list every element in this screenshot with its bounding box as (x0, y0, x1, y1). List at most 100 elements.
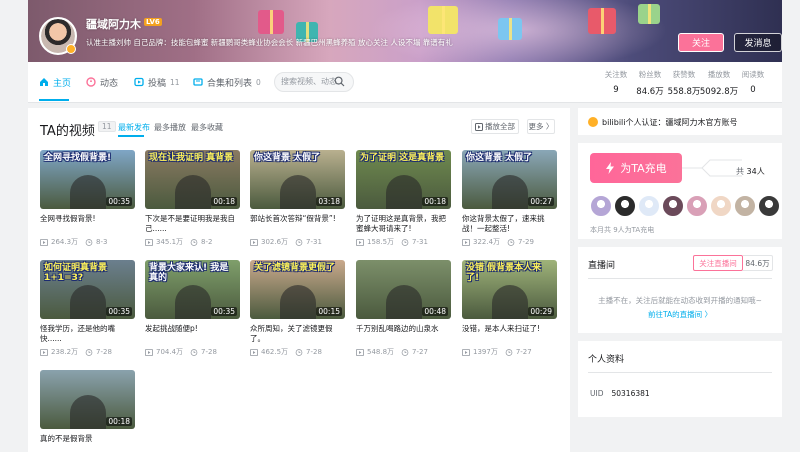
video-title[interactable]: 怪我学历，还是他的嘴快...... (40, 324, 135, 344)
sort-most-played[interactable]: 最多播放 (154, 122, 186, 133)
video-title[interactable]: 真的不是假背景 (40, 434, 135, 452)
tab-dynamic[interactable]: 动态 (86, 62, 118, 102)
thumbnail-caption: 你这背景 太假了 (466, 153, 533, 163)
video-title[interactable]: 为了证明这是真背景，我把蜜蜂大哥请来了! (356, 214, 451, 234)
video-thumbnail[interactable]: 00:18 (40, 370, 135, 429)
fan-avatar[interactable] (710, 195, 732, 217)
go-live-room-link[interactable]: 前往TA的直播间 〉 (578, 309, 782, 320)
thumbnail-person (280, 285, 316, 319)
video-title[interactable]: 全网寻找假背景! (40, 214, 135, 234)
charge-button[interactable]: 为TA充电 (590, 153, 682, 183)
video-card[interactable]: 背景大家来认! 我是真的 00:35 发起挑战随便p! 704.4万 7-28 (145, 260, 240, 357)
video-card[interactable]: 为了证明 这是真背景 00:18 为了证明这是真背景，我把蜜蜂大哥请来了! 158.5… (356, 150, 451, 247)
more-videos-button[interactable]: 更多 〉 (527, 119, 555, 134)
play-count-icon (145, 238, 153, 246)
video-card[interactable]: 全网寻找假背景! 00:35 全网寻找假背景! 264.3万 8-3 (40, 150, 135, 247)
video-thumbnail[interactable]: 关了滤镜背景更假了 00:15 (250, 260, 345, 319)
video-play-count: 322.4万 (473, 238, 501, 246)
stat-label: 阅读数 (741, 70, 765, 79)
video-thumbnail[interactable]: 如何证明真背景 1+1=3? 00:35 (40, 260, 135, 319)
fan-avatar[interactable] (614, 195, 636, 217)
follow-button[interactable]: 关注 (678, 33, 724, 52)
video-date: 7-28 (201, 348, 217, 356)
video-title[interactable]: 郭站长首次答辩“假背景”! (250, 214, 345, 234)
play-all-button[interactable]: 播放全部 (471, 119, 519, 134)
video-meta: 462.5万 7-28 (250, 347, 345, 357)
video-duration: 00:35 (211, 307, 237, 316)
video-meta: 548.8万 7-27 (356, 347, 451, 357)
fan-avatar[interactable] (734, 195, 756, 217)
video-meta: 704.4万 7-28 (145, 347, 240, 357)
video-thumbnail[interactable]: 现在让我证明 真背景 00:18 (145, 150, 240, 209)
divider (588, 278, 772, 279)
play-icon (475, 122, 483, 131)
video-card[interactable]: 你这背景 太假了 00:27 你这背景太假了，速来挑战！一起整活! 322.4万 7-2… (462, 150, 557, 247)
video-title[interactable]: 没错，是本人来扫证了! (462, 324, 557, 344)
fan-avatar[interactable] (590, 195, 612, 217)
video-card[interactable]: 现在让我证明 真背景 00:18 下次是不是要证明我是我自己...... 345.1万… (145, 150, 240, 247)
videos-section: TA的视频 11 最新发布 最多播放 最多收藏 播放全部 更多 〉 全网寻找假背… (28, 108, 570, 452)
video-thumbnail[interactable]: 全网寻找假背景! 00:35 (40, 150, 135, 209)
video-meta: 322.4万 7-29 (462, 237, 557, 247)
play-count-icon (356, 348, 364, 356)
sort-latest[interactable]: 最新发布 (118, 122, 150, 133)
video-date-wrap: 7-27 (505, 348, 532, 356)
profile-banner: 疆域阿力木 LV6 认准主播刘帅 自己品牌：技能包蜂蜜 新疆鹦哥类蜂业协会会长 … (28, 0, 782, 62)
video-thumbnail[interactable]: 你这背景 太假了 03:18 (250, 150, 345, 209)
video-title[interactable]: 发起挑战随便p! (145, 324, 240, 344)
fan-avatar[interactable] (638, 195, 660, 217)
video-card[interactable]: 00:48 千万别乱喝路边的山泉水 548.8万 7-27 (356, 260, 451, 357)
message-button[interactable]: 发消息 (734, 33, 782, 52)
video-card[interactable]: 你这背景 太假了 03:18 郭站长首次答辩“假背景”! 302.6万 7-31 (250, 150, 345, 247)
video-thumbnail[interactable]: 你这背景 太假了 00:27 (462, 150, 557, 209)
play-all-label: 播放全部 (485, 122, 515, 131)
video-play-count: 345.1万 (156, 238, 184, 246)
tab-dynamic-label: 动态 (100, 78, 119, 89)
video-thumbnail[interactable]: 00:48 (356, 260, 451, 319)
video-thumbnail[interactable]: 没错 假背景本人来了! 00:29 (462, 260, 557, 319)
stat-likes: 获赞数 558.8万 (664, 69, 704, 97)
uploader-name[interactable]: 疆域阿力木 (86, 16, 141, 32)
uploader-signature: 认准主播刘帅 自己品牌：技能包蜂蜜 新疆鹦哥类蜂业协会会长 新疆巴州黑蜂养殖 放… (86, 38, 453, 47)
tab-collections[interactable]: 合集和列表 0 (193, 62, 261, 102)
live-title: 直播间 (588, 261, 616, 271)
tab-uploads[interactable]: 投稿 11 (134, 62, 180, 102)
video-date: 8-3 (96, 238, 108, 246)
video-thumbnail[interactable]: 背景大家来认! 我是真的 00:35 (145, 260, 240, 319)
video-card[interactable]: 没错 假背景本人来了! 00:29 没错，是本人来扫证了! 1397万 7-27 (462, 260, 557, 357)
video-date-wrap: 7-28 (85, 348, 112, 356)
clock-icon (507, 238, 515, 246)
video-title[interactable]: 你这背景太假了，速来挑战！一起整活! (462, 214, 557, 234)
video-card[interactable]: 关了滤镜背景更假了 00:15 众所周知，关了滤镜更假了。 462.5万 7-28 (250, 260, 345, 357)
video-card[interactable]: 00:18 真的不是假背景 (40, 370, 135, 452)
fan-avatar[interactable] (758, 195, 780, 217)
tab-home[interactable]: 主页 (39, 62, 71, 102)
video-thumbnail[interactable]: 为了证明 这是真背景 00:18 (356, 150, 451, 209)
fan-avatar[interactable] (662, 195, 684, 217)
search-icon[interactable] (334, 76, 345, 87)
video-title[interactable]: 千万别乱喝路边的山泉水 (356, 324, 451, 344)
fan-avatar[interactable] (686, 195, 708, 217)
charge-box: 为TA充电 共 34人 本月共 9人为TA充电 (578, 143, 782, 239)
video-duration: 00:18 (211, 197, 237, 206)
video-play-count: 704.4万 (156, 348, 184, 356)
certification-box: bilibili个人认证：疆域阿力木官方账号 (578, 108, 782, 135)
charge-button-label: 为TA充电 (620, 162, 667, 175)
video-play-count: 158.5万 (367, 238, 395, 246)
play-count-icon (145, 348, 153, 356)
play-count-icon (40, 348, 48, 356)
video-meta: 1397万 7-27 (462, 347, 557, 357)
video-card[interactable]: 如何证明真背景 1+1=3? 00:35 怪我学历，还是他的嘴快...... 238.… (40, 260, 135, 357)
follow-live-button[interactable]: 关注直播间 (693, 255, 743, 271)
clock-icon (190, 238, 198, 246)
banner-gift-decoration (588, 8, 616, 34)
video-date: 7-27 (412, 348, 428, 356)
clock-icon (295, 238, 303, 246)
video-title[interactable]: 众所周知，关了滤镜更假了。 (250, 324, 345, 344)
thumbnail-caption: 没错 假背景本人来了! (466, 263, 542, 283)
video-title[interactable]: 下次是不是要证明我是我自己...... (145, 214, 240, 234)
sort-most-favorited[interactable]: 最多收藏 (191, 122, 223, 133)
tab-collections-label: 合集和列表 (207, 78, 253, 89)
video-play-count: 302.6万 (261, 238, 289, 246)
thumbnail-caption: 背景大家来认! 我是真的 (149, 263, 229, 283)
